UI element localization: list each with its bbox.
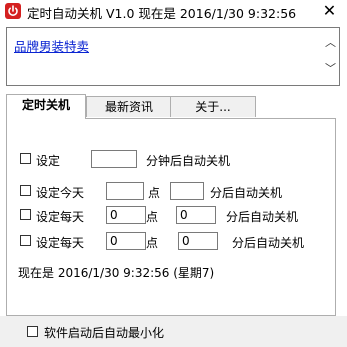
daily2-hour-input[interactable]: 0 — [106, 232, 146, 250]
window-title: 定时自动关机 V1.0 现在是 2016/1/30 9:32:56 — [27, 6, 297, 21]
checkbox-daily-2[interactable] — [20, 235, 31, 246]
title-bar: 定时自动关机 V1.0 现在是 2016/1/30 9:32:56 ✕ — [0, 0, 347, 24]
checkbox-today[interactable] — [20, 185, 31, 196]
row3-hour-unit: 点 — [146, 210, 159, 224]
banner-scrollbar[interactable]: ︿ ﹀ — [322, 28, 339, 85]
row2-suffix: 分后自动关机 — [210, 186, 283, 200]
scroll-down-icon[interactable]: ﹀ — [322, 60, 339, 77]
today-hour-input[interactable] — [106, 182, 144, 200]
row3-label: 设定每天 — [36, 210, 85, 224]
row2-label: 设定今天 — [36, 186, 85, 200]
checkbox-daily-1[interactable] — [20, 209, 31, 220]
row-daily-1: 设定每天 0 点 0 分后自动关机 — [18, 206, 328, 226]
scroll-up-icon[interactable]: ︿ — [322, 34, 339, 51]
footer-bar: 软件启动后自动最小化 — [0, 316, 347, 347]
minutes-input[interactable] — [91, 150, 137, 168]
auto-minimize-label: 软件启动后自动最小化 — [44, 326, 165, 340]
row3-suffix: 分后自动关机 — [226, 210, 299, 224]
ad-link[interactable]: 品牌男装特卖 — [14, 36, 89, 55]
today-minute-input[interactable] — [170, 182, 204, 200]
row-today: 设定今天 点 分后自动关机 — [18, 182, 328, 202]
checkbox-minutes-later[interactable] — [20, 153, 31, 164]
ad-banner-box: 品牌男装特卖 ︿ ﹀ — [6, 27, 340, 86]
daily1-hour-input[interactable]: 0 — [106, 206, 146, 224]
close-button[interactable]: ✕ — [312, 0, 347, 22]
row4-label: 设定每天 — [36, 236, 85, 250]
tab-strip: 定时关机 最新资讯 关于... — [6, 94, 266, 119]
daily1-minute-input[interactable]: 0 — [176, 206, 216, 224]
row-daily-2: 设定每天 0 点 0 分后自动关机 — [18, 232, 328, 252]
row4-suffix: 分后自动关机 — [232, 236, 305, 250]
daily2-minute-input[interactable]: 0 — [178, 232, 218, 250]
current-time-status: 现在是 2016/1/30 9:32:56 (星期7) — [18, 266, 215, 280]
row2-hour-unit: 点 — [148, 186, 161, 200]
checkbox-auto-minimize[interactable] — [27, 326, 38, 337]
tab-latest-news[interactable]: 最新资讯 — [86, 96, 172, 117]
row-minutes-later: 设定 分钟后自动关机 — [18, 150, 328, 170]
tab-shutdown-timer[interactable]: 定时关机 — [6, 94, 86, 119]
row4-hour-unit: 点 — [146, 236, 159, 250]
tab-about[interactable]: 关于... — [170, 96, 256, 117]
row1-label: 设定 — [36, 154, 61, 168]
row1-suffix: 分钟后自动关机 — [146, 154, 231, 168]
power-icon — [5, 3, 21, 19]
